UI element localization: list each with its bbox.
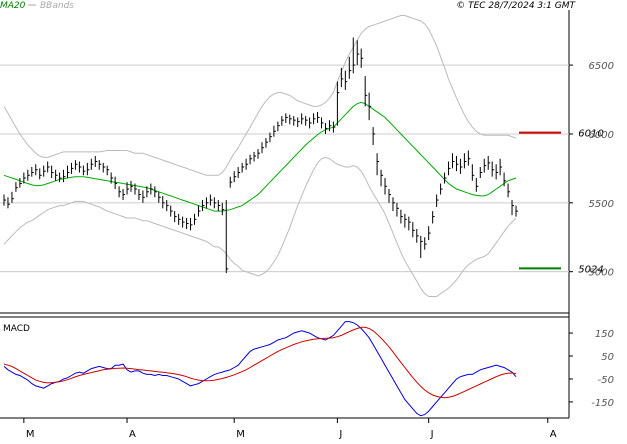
macd-y-ticks: 150 50 -50 -150 [569, 329, 614, 409]
copyright-text: © TEC 28/7/2024 3:1 GMT [456, 1, 576, 11]
macd-series-signal [3, 326, 517, 399]
macd-ytick-label-50: 50 [601, 352, 614, 363]
month-tick-label: A [550, 429, 557, 440]
bbands-legend-label: BBands [40, 1, 74, 11]
macd-ytick-label--150: -150 [591, 398, 614, 409]
ytick-label-5000: 5000 [589, 268, 614, 279]
ma20-legend-label: MA20 [0, 1, 26, 11]
chart-canvas: 60105024 5000550060006500 15050-50-150 M… [0, 1, 614, 440]
month-tick-label: J [430, 429, 434, 440]
ytick-label-6500: 6500 [589, 61, 614, 72]
macd-series-macd [3, 321, 517, 417]
macd-lines [3, 321, 517, 417]
month-ticks: MAMJJA [23, 418, 557, 440]
month-tick-label: M [236, 429, 245, 440]
stock-chart: 6010 5024 5000 5500 6000 6500 150 50 -50 -150 M… [0, 0, 627, 440]
price-y-ticks: 5000 5500 6000 6500 [569, 61, 614, 279]
macd-title: MACD [3, 324, 30, 334]
macd-ytick-label-150: 150 [595, 329, 614, 340]
ytick-label-6000: 6000 [589, 130, 614, 141]
month-tick-label: J [338, 429, 342, 440]
month-tick-label: M [26, 429, 35, 440]
macd-ytick-label--50: -50 [598, 375, 614, 386]
month-tick-label: A [129, 429, 136, 440]
price-panel [0, 10, 569, 313]
ytick-label-5500: 5500 [589, 199, 614, 210]
